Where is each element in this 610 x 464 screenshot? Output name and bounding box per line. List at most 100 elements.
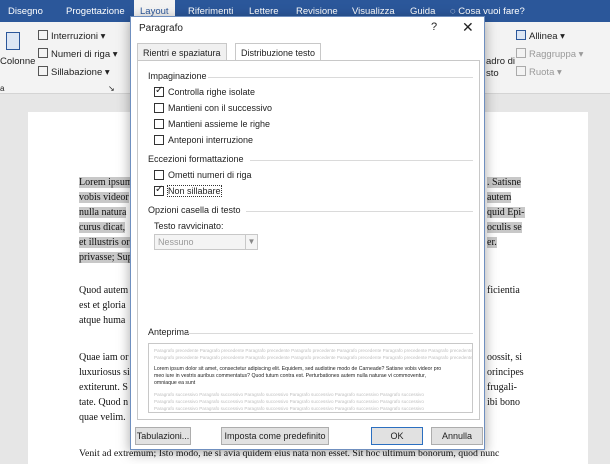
- widow-control-checkbox[interactable]: Controlla righe isolate: [154, 85, 256, 97]
- widow-control-label: Controlla righe isolate: [168, 87, 256, 97]
- doc-line: quid Epi-: [487, 207, 525, 218]
- page-break-before-label: Anteponi interruzione: [168, 135, 254, 145]
- doc-line: tate. Quod n: [79, 397, 129, 408]
- keep-lines-together-checkbox[interactable]: Mantieni assieme le righe: [154, 119, 270, 129]
- doc-line: quae velim.: [79, 412, 126, 423]
- breaks-icon: [38, 30, 48, 40]
- help-icon[interactable]: ?: [431, 21, 437, 33]
- doc-line: est et gloria: [79, 300, 126, 311]
- doc-line: oossit, si: [487, 352, 523, 363]
- columns-button[interactable]: Colonne: [0, 56, 35, 67]
- doc-line: curus dicat,: [79, 222, 126, 233]
- checkbox-checked-icon: [154, 184, 164, 196]
- doc-line: frugali-: [487, 382, 517, 393]
- doc-line: luxuriosus si: [79, 367, 130, 378]
- doc-line: privasse; Sup: [79, 252, 133, 263]
- group-label: a: [0, 84, 5, 93]
- align-label: Allinea: [529, 31, 558, 42]
- keep-with-next-label: Mantieni con il successivo: [168, 103, 273, 113]
- preview-section-title: Anteprima: [148, 327, 190, 337]
- set-default-button[interactable]: Imposta come predefinito: [221, 427, 329, 445]
- doc-line: vobis videor: [79, 192, 129, 203]
- doc-line: et illustris or: [79, 237, 130, 248]
- cancel-button[interactable]: Annulla: [431, 427, 483, 445]
- doc-line: nulla natura: [79, 207, 127, 218]
- hyphenation-label: Sillabazione: [51, 67, 103, 78]
- dialog-title: Paragrafo: [139, 23, 183, 34]
- wrap-text-label[interactable]: adro di: [486, 56, 515, 67]
- suppress-line-numbers-label: Ometti numeri di riga: [168, 170, 252, 180]
- page-break-before-checkbox[interactable]: Anteponi interruzione: [154, 135, 253, 145]
- group-button[interactable]: Raggruppa ▾: [516, 48, 583, 60]
- columns-icon: [6, 32, 23, 52]
- line-numbers-label: Numeri di riga: [51, 49, 111, 60]
- divider: [186, 333, 473, 334]
- tabs-button[interactable]: Tabulazioni...: [135, 427, 191, 445]
- paragraph-dialog: Paragrafo ? ✕ Rientri e spaziatura Distr…: [130, 16, 485, 450]
- hyphenation-icon: [38, 66, 48, 76]
- doc-line: orincipes: [487, 367, 524, 378]
- align-button[interactable]: Allinea ▾: [516, 30, 565, 42]
- group-expander-icon[interactable]: ↘: [108, 84, 115, 93]
- rotate-icon: [516, 66, 526, 76]
- tight-wrap-select[interactable]: Nessuno ▼: [154, 234, 258, 250]
- preview-box: Paragrafo precedente Paragrafo precedent…: [148, 343, 473, 413]
- tab-indents-spacing[interactable]: Rientri e spaziatura: [137, 43, 227, 61]
- rotate-label: Ruota: [529, 67, 555, 78]
- tight-wrap-value: Nessuno: [158, 237, 194, 247]
- line-numbers-button[interactable]: Numeri di riga ▾: [38, 48, 118, 60]
- doc-line: atque huma: [79, 315, 126, 326]
- preview-main-text: Lorem ipsum dolor sit amet, consectetur …: [154, 366, 442, 372]
- preview-prev-text: Paragrafo precedente Paragrafo precedent…: [154, 348, 473, 353]
- preview-prev-text: Paragrafo precedente Paragrafo precedent…: [154, 355, 473, 360]
- preview-next-text: Paragrafo successivo Paragrafo successiv…: [154, 406, 424, 411]
- tab-progettazione[interactable]: Progettazione: [66, 0, 125, 22]
- dont-hyphenate-checkbox[interactable]: Non sillabare: [154, 184, 222, 197]
- exceptions-section-title: Eccezioni formattazione: [148, 154, 244, 164]
- hyphenation-button[interactable]: Sillabazione ▾: [38, 66, 110, 78]
- doc-line: Lorem ipsum: [79, 177, 133, 188]
- doc-line: ibi bono: [487, 397, 521, 408]
- checkbox-icon: [154, 135, 164, 145]
- breaks-label: Interruzioni: [51, 31, 98, 42]
- rotate-button[interactable]: Ruota ▾: [516, 66, 562, 78]
- keep-lines-together-label: Mantieni assieme le righe: [168, 119, 271, 129]
- keep-with-next-checkbox[interactable]: Mantieni con il successivo: [154, 103, 272, 113]
- checkbox-icon: [154, 170, 164, 180]
- doc-line: Quod autem: [79, 285, 129, 296]
- doc-line: Quae iam or: [79, 352, 129, 363]
- group-button-label: Raggruppa: [529, 49, 577, 60]
- text-label: sto: [486, 68, 499, 79]
- doc-line: ficientia: [487, 285, 520, 296]
- close-icon[interactable]: ✕: [462, 19, 474, 36]
- preview-main-text: meo iure in vestris auribus commentatus?…: [154, 373, 426, 379]
- tab-disegno[interactable]: Disegno: [8, 0, 43, 22]
- align-icon: [516, 30, 526, 40]
- divider: [208, 77, 473, 78]
- divider: [250, 160, 473, 161]
- line-numbers-icon: [38, 48, 48, 58]
- preview-next-text: Paragrafo successivo Paragrafo successiv…: [154, 399, 424, 404]
- textbox-section-title: Opzioni casella di testo: [148, 205, 241, 215]
- dont-hyphenate-label: Non sillabare: [167, 185, 222, 197]
- doc-line: er.: [487, 237, 497, 248]
- suppress-line-numbers-checkbox[interactable]: Ometti numeri di riga: [154, 170, 252, 180]
- tab-line-page-breaks[interactable]: Distribuzione testo: [235, 43, 322, 61]
- doc-line: oculis se: [487, 222, 522, 233]
- breaks-button[interactable]: Interruzioni ▾: [38, 30, 105, 42]
- checkbox-icon: [154, 103, 164, 113]
- doc-line: extiterunt. S: [79, 382, 128, 393]
- tab-panel: Impaginazione Controlla righe isolate Ma…: [137, 60, 480, 420]
- tight-wrap-label: Testo ravvicinato:: [154, 221, 224, 231]
- divider: [246, 211, 473, 212]
- doc-line: . Satisne: [487, 177, 521, 188]
- preview-main-text: omniaque ea sunt: [154, 380, 196, 386]
- ok-button[interactable]: OK: [371, 427, 423, 445]
- group-icon: [516, 48, 526, 58]
- pagination-section-title: Impaginazione: [148, 71, 207, 81]
- preview-next-text: Paragrafo successivo Paragrafo successiv…: [154, 392, 424, 397]
- checkbox-checked-icon: [154, 85, 164, 97]
- chevron-down-icon: ▼: [245, 235, 257, 249]
- doc-line: autem: [487, 192, 512, 203]
- checkbox-icon: [154, 119, 164, 129]
